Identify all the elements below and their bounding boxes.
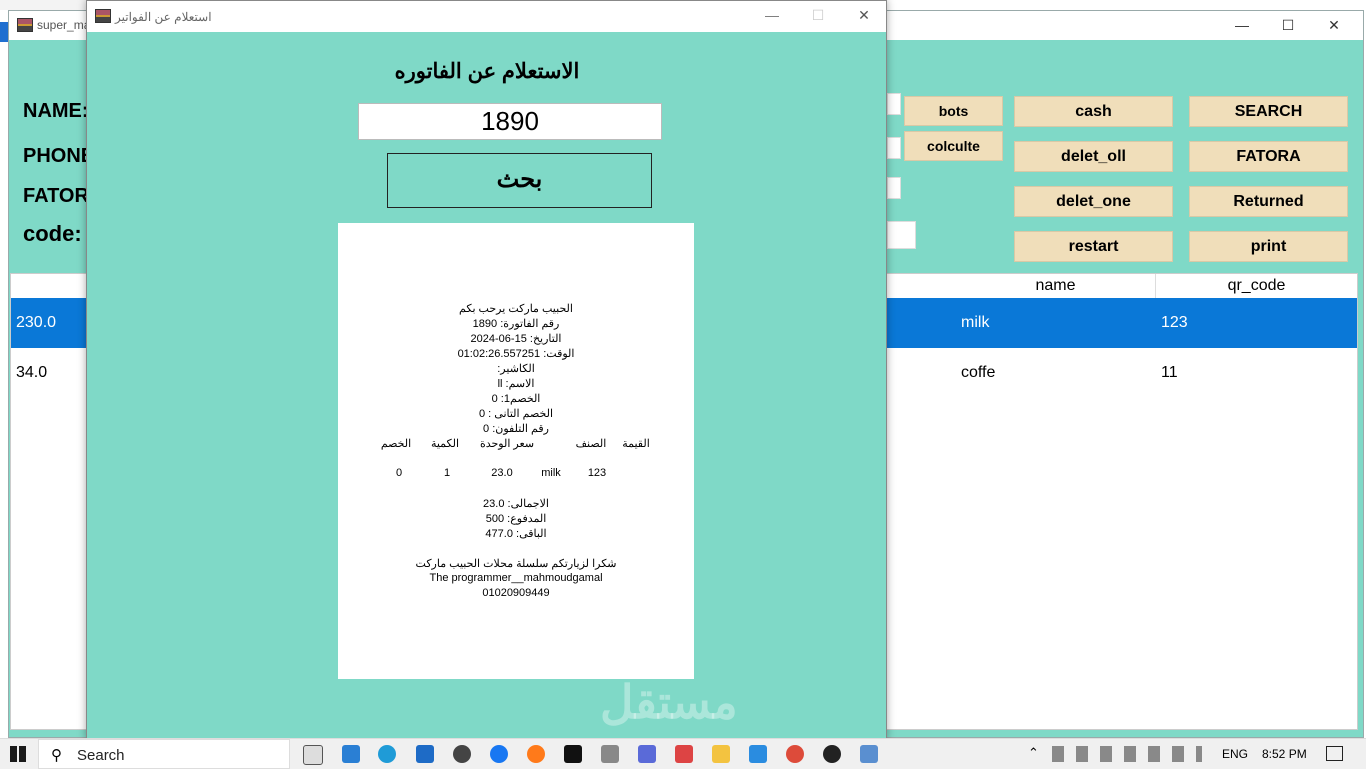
phone-input-edge[interactable] bbox=[887, 137, 901, 159]
main-window-title: super_ma bbox=[37, 18, 91, 32]
table-cell-qr-code: 11 bbox=[1161, 364, 1178, 381]
phone-label: PHONE bbox=[23, 145, 95, 167]
name-label: NAME: bbox=[23, 100, 89, 122]
receipt-change: الباقى: 477.0 bbox=[485, 528, 547, 540]
fatora-input-edge[interactable] bbox=[887, 177, 901, 199]
delet-oll-button[interactable]: delet_oll bbox=[1014, 141, 1173, 172]
edge-icon[interactable] bbox=[378, 745, 396, 763]
desktop-strip bbox=[0, 0, 86, 10]
running-app-icon[interactable] bbox=[860, 745, 878, 763]
receipt-col-item: الصنف bbox=[575, 438, 607, 450]
receipt-total: الاجمالى: 23.0 bbox=[483, 498, 549, 510]
receipt-col-discount: الخصم bbox=[380, 438, 412, 450]
tray-chevron-up-icon[interactable]: ⌃ bbox=[1028, 745, 1039, 761]
table-cell-value: 230.0 bbox=[16, 314, 57, 331]
firefox-icon[interactable] bbox=[527, 745, 545, 763]
bots-button[interactable]: bots bbox=[904, 96, 1003, 126]
pycharm-icon[interactable] bbox=[564, 745, 582, 763]
notifications-icon[interactable] bbox=[1326, 746, 1343, 761]
invoice-search-button[interactable]: بحث bbox=[387, 153, 652, 208]
windows-start-icon[interactable] bbox=[10, 746, 26, 762]
invoice-inquiry-dialog: استعلام عن الفواتير — ☐ ✕ الاستعلام عن ا… bbox=[86, 0, 887, 740]
column-header-qr-code[interactable]: qr_code bbox=[1156, 274, 1357, 298]
table-cell-value: 34.0 bbox=[16, 364, 48, 381]
search-button[interactable]: SEARCH bbox=[1189, 96, 1348, 127]
settings-icon[interactable] bbox=[453, 745, 471, 763]
receipt-item-quantity: 1 bbox=[443, 467, 451, 479]
dialog-close-icon[interactable]: ✕ bbox=[841, 1, 887, 30]
code-label: code: bbox=[23, 221, 82, 246]
photos-icon[interactable] bbox=[638, 745, 656, 763]
invoice-number-input[interactable]: 1890 bbox=[358, 103, 662, 140]
receipt-thanks: شكرا لزيارتكم سلسلة محلات الحبيب ماركت bbox=[415, 558, 617, 570]
app-icon-dark[interactable] bbox=[823, 745, 841, 763]
receipt-line: الخصم1: 0 bbox=[491, 393, 541, 405]
store-icon[interactable] bbox=[342, 745, 360, 763]
column-header-name[interactable]: name bbox=[956, 274, 1156, 298]
receipt-line: رقم التلفون: 0 bbox=[483, 423, 549, 435]
file-explorer-icon[interactable] bbox=[712, 745, 730, 763]
receipt-item-name: milk bbox=[541, 467, 561, 479]
receipt-line: الحبيب ماركت يرحب بكم bbox=[459, 303, 573, 315]
receipt-item-value: 123 bbox=[587, 467, 607, 479]
returned-button[interactable]: Returned bbox=[1189, 186, 1348, 217]
receipt-panel: الحبيب ماركت يرحب بكم رقم الفاتورة: 1890… bbox=[338, 223, 694, 679]
name-input-edge[interactable] bbox=[887, 93, 901, 115]
tray-clock[interactable]: 8:52 PM bbox=[1262, 747, 1307, 761]
restart-button[interactable]: restart bbox=[1014, 231, 1173, 262]
receipt-paid: المدفوع: 500 bbox=[485, 513, 547, 525]
code-input-edge[interactable] bbox=[887, 221, 916, 249]
background-window-accent bbox=[0, 22, 8, 42]
facebook-icon[interactable] bbox=[490, 745, 508, 763]
receipt-item-discount: 0 bbox=[395, 467, 403, 479]
receipt-line: رقم الفاتورة: 1890 bbox=[472, 318, 560, 330]
task-view-icon[interactable] bbox=[303, 745, 323, 765]
python-app-icon[interactable] bbox=[675, 745, 693, 763]
receipt-programmer: The programmer__mahmoudgamal bbox=[429, 572, 603, 584]
table-cell-name: milk bbox=[961, 314, 990, 331]
receipt-line: الوقت: 01:02:26.557251 bbox=[457, 348, 575, 360]
vscode-icon[interactable] bbox=[749, 745, 767, 763]
receipt-col-value: القيمة bbox=[622, 438, 650, 450]
minimize-icon[interactable]: — bbox=[1219, 11, 1265, 40]
receipt-line: الكاشير: bbox=[497, 363, 535, 375]
receipt-line: الخصم التانى : 0 bbox=[478, 408, 554, 420]
dialog-title: استعلام عن الفواتير bbox=[115, 10, 212, 24]
receipt-phone: 01020909449 bbox=[482, 587, 550, 599]
taskbar-search-box[interactable]: ⚲ Search bbox=[38, 739, 290, 769]
table-cell-name: coffe bbox=[961, 364, 996, 381]
receipt-col-unit-price: سعر الوحدة bbox=[479, 438, 535, 450]
delet-one-button[interactable]: delet_one bbox=[1014, 186, 1173, 217]
mail-icon[interactable] bbox=[416, 745, 434, 763]
dialog-maximize-icon: ☐ bbox=[811, 7, 825, 23]
app-icon bbox=[17, 18, 33, 32]
fatora-label: FATOR bbox=[23, 185, 89, 207]
colculte-button[interactable]: colculte bbox=[904, 131, 1003, 161]
fatora-button[interactable]: FATORA bbox=[1189, 141, 1348, 172]
print-button[interactable]: print bbox=[1189, 231, 1348, 262]
receipt-line: الاسم: ll bbox=[497, 378, 535, 390]
table-cell-qr-code: 123 bbox=[1161, 314, 1188, 331]
maximize-icon[interactable]: ☐ bbox=[1265, 11, 1311, 40]
receipt-col-quantity: الكمية bbox=[430, 438, 460, 450]
chrome-icon[interactable] bbox=[786, 745, 804, 763]
taskbar: ⚲ Search ⌃ ENG 8:52 PM bbox=[0, 738, 1366, 769]
tray-language[interactable]: ENG bbox=[1222, 747, 1248, 761]
tray-icons[interactable] bbox=[1052, 746, 1202, 762]
close-icon[interactable]: ✕ bbox=[1311, 11, 1357, 40]
app-icon-generic[interactable] bbox=[601, 745, 619, 763]
receipt-item-unit-price: 23.0 bbox=[491, 467, 513, 479]
dialog-titlebar: استعلام عن الفواتير — ☐ ✕ bbox=[87, 1, 886, 32]
watermark: مستقل bbox=[600, 676, 738, 728]
receipt-line: التاريخ: 15-06-2024 bbox=[470, 333, 562, 345]
cash-button[interactable]: cash bbox=[1014, 96, 1173, 127]
search-icon: ⚲ bbox=[51, 747, 62, 764]
dialog-minimize-icon[interactable]: — bbox=[749, 1, 795, 30]
taskbar-search-label: Search bbox=[77, 747, 125, 764]
dialog-heading: الاستعلام عن الفاتوره bbox=[394, 60, 580, 83]
dialog-app-icon bbox=[95, 9, 111, 23]
